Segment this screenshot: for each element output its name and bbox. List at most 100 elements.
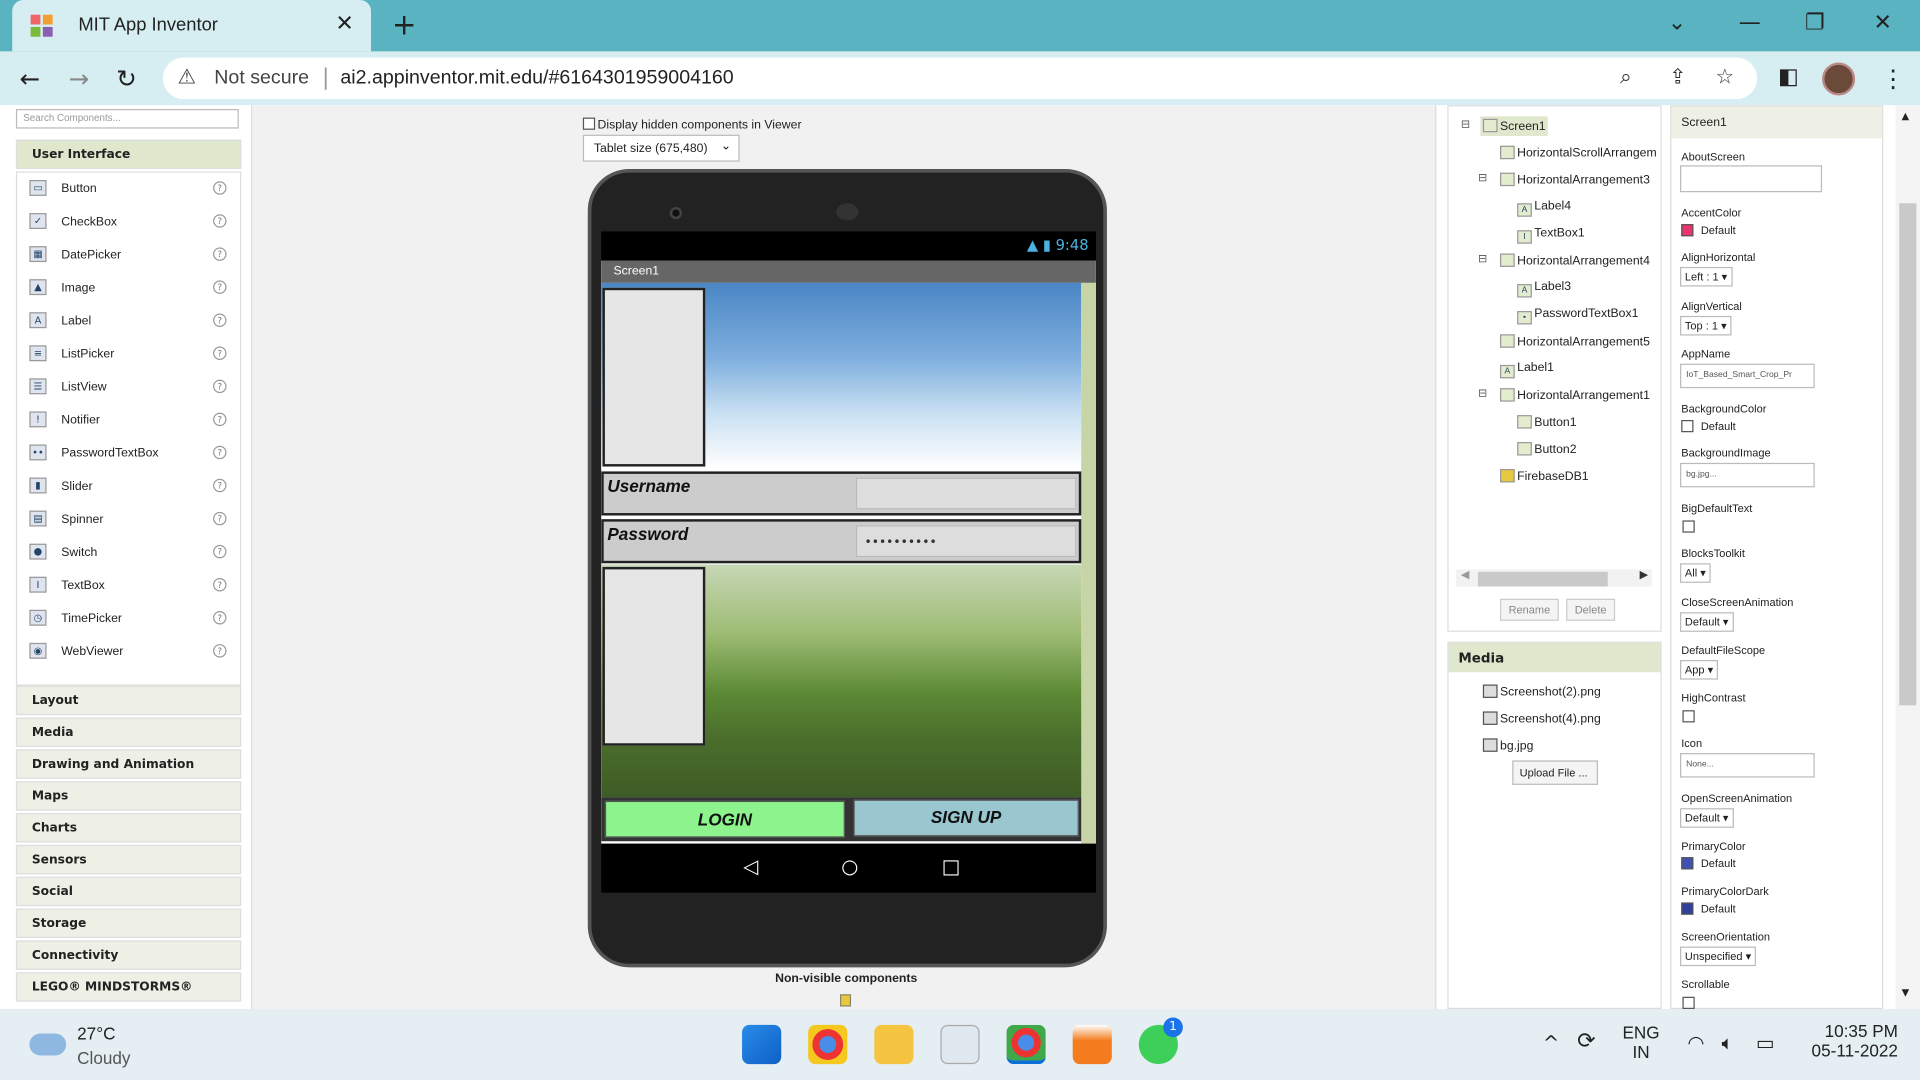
rename-button[interactable]: Rename — [1500, 598, 1559, 621]
close-tab-icon[interactable]: ✕ — [335, 11, 353, 37]
tree-node-button2[interactable]: Button2 — [1517, 442, 1577, 457]
collapse-icon[interactable]: ⊟ — [1461, 119, 1470, 131]
language-indicator[interactable]: ENG IN — [1622, 1022, 1659, 1061]
zoom-icon[interactable]: ⌕ — [1620, 65, 1632, 89]
battery-icon[interactable]: ▭ — [1756, 1031, 1775, 1054]
media-item[interactable]: Screenshot(4).png — [1482, 711, 1601, 726]
category-connectivity[interactable]: Connectivity — [15, 940, 242, 970]
category-lego-mindstorms[interactable]: LEGO® MINDSTORMS® — [15, 972, 242, 1002]
primary-color-value[interactable]: Default — [1681, 857, 1736, 870]
help-icon[interactable]: ? — [213, 511, 227, 526]
window-close-icon[interactable]: ✕ — [1873, 10, 1891, 36]
tree-node-textbox1[interactable]: I TextBox1 — [1517, 227, 1585, 244]
side-panel-icon[interactable]: ◧ — [1778, 64, 1799, 90]
media-item[interactable]: Screenshot(2).png — [1482, 684, 1601, 699]
tree-node-harr1[interactable]: HorizontalArrangement1 — [1500, 388, 1650, 403]
tree-node-label1[interactable]: A Label1 — [1500, 361, 1554, 379]
address-bar[interactable]: ⚠ Not secure | ai2.appinventor.mit.edu/#… — [162, 57, 1758, 100]
tree-node-label4[interactable]: A Label4 — [1517, 200, 1571, 217]
search-components-input[interactable]: Search Components... — [15, 108, 239, 129]
chrome-active-icon[interactable] — [1006, 1024, 1046, 1065]
tree-node-password[interactable]: • PasswordTextBox1 — [1517, 307, 1638, 325]
file-scope-select[interactable]: App ▾ — [1680, 660, 1719, 680]
help-icon[interactable]: ? — [213, 181, 227, 195]
help-icon[interactable]: ? — [213, 313, 227, 327]
orientation-select[interactable]: Unspecified ▾ — [1680, 946, 1757, 967]
category-user-interface[interactable]: User Interface — [15, 139, 242, 169]
vlc-icon[interactable] — [1072, 1024, 1112, 1065]
login-button[interactable]: LOGIN — [604, 800, 845, 838]
palette-item-datepicker[interactable]: ▦ DatePicker? — [17, 240, 240, 272]
menu-icon[interactable]: ⋮ — [1881, 64, 1905, 93]
collapse-icon[interactable]: ⊟ — [1478, 388, 1487, 400]
chevron-up-icon[interactable]: ^ — [1543, 1031, 1559, 1054]
sky-image-arrangement[interactable] — [601, 282, 1082, 469]
palette-item-listview[interactable]: ☰ ListView? — [17, 372, 240, 404]
reload-icon[interactable]: ↻ — [116, 64, 137, 93]
app-screen[interactable]: Screen1 Username Password •••••••••• LOG… — [601, 260, 1096, 844]
scroll-down-icon[interactable]: ▼ — [1902, 987, 1910, 998]
checkbox[interactable] — [582, 117, 596, 130]
category-media[interactable]: Media — [15, 717, 242, 747]
category-charts[interactable]: Charts — [15, 813, 242, 843]
help-icon[interactable]: ? — [213, 214, 227, 228]
help-icon[interactable]: ? — [213, 247, 227, 261]
media-item[interactable]: bg.jpg — [1482, 738, 1533, 753]
tree-node-label3[interactable]: A Label3 — [1517, 280, 1571, 298]
tree-node-firebasedb1[interactable]: FirebaseDB1 — [1500, 468, 1589, 484]
scroll-up-icon[interactable]: ▲ — [1902, 110, 1910, 121]
help-icon[interactable]: ? — [213, 379, 227, 394]
category-storage[interactable]: Storage — [15, 908, 242, 938]
palette-item-webviewer[interactable]: ◉ WebViewer? — [17, 637, 240, 669]
username-row[interactable]: Username — [601, 471, 1082, 516]
align-vertical-select[interactable]: Top : 1 ▾ — [1680, 315, 1732, 336]
help-icon[interactable]: ? — [213, 577, 227, 592]
help-icon[interactable]: ? — [213, 611, 227, 625]
tree-horizontal-scrollbar[interactable]: ◀ ▶ — [1455, 569, 1652, 587]
scrollable-checkbox[interactable] — [1682, 996, 1695, 1009]
weather-widget[interactable]: 27°C Cloudy — [24, 1021, 171, 1070]
category-layout[interactable]: Layout — [15, 685, 242, 716]
profile-avatar[interactable] — [1822, 62, 1856, 96]
collapse-icon[interactable]: ⊟ — [1478, 173, 1487, 185]
browser-tab[interactable]: MIT App Inventor ✕ — [12, 0, 372, 52]
file-explorer-icon[interactable] — [874, 1024, 914, 1065]
collapse-icon[interactable]: ⊟ — [1478, 253, 1487, 265]
back-icon[interactable]: ← — [20, 64, 41, 93]
about-screen-textarea[interactable] — [1680, 165, 1823, 193]
screen-size-select[interactable]: Tablet size (675,480) ⌄ — [582, 134, 740, 162]
minimize-icon[interactable]: — — [1739, 10, 1761, 36]
scroll-left-icon[interactable]: ◀ — [1461, 569, 1469, 581]
category-drawing-animation[interactable]: Drawing and Animation — [15, 749, 242, 779]
scrollbar-thumb[interactable] — [1899, 203, 1917, 706]
tree-node-button1[interactable]: Button1 — [1517, 415, 1577, 430]
palette-item-image[interactable]: ▲ Image? — [17, 273, 240, 305]
close-animation-select[interactable]: Default ▾ — [1680, 612, 1734, 632]
blocks-toolkit-select[interactable]: All ▾ — [1680, 563, 1711, 583]
tree-node-screen1[interactable]: Screen1 — [1480, 116, 1549, 136]
help-icon[interactable]: ? — [213, 544, 227, 559]
highcontrast-checkbox[interactable] — [1682, 710, 1695, 723]
palette-item-notifier[interactable]: ! Notifier? — [17, 405, 240, 437]
scroll-right-icon[interactable]: ▶ — [1640, 569, 1648, 581]
tab-search-icon[interactable]: ⌄ — [1668, 10, 1686, 36]
help-icon[interactable]: ? — [213, 644, 227, 658]
align-horizontal-select[interactable]: Left : 1 ▾ — [1680, 266, 1733, 287]
chrome-icon[interactable] — [808, 1024, 848, 1065]
primary-dark-value[interactable]: Default — [1681, 902, 1736, 915]
tree-node-hscroll[interactable]: HorizontalScrollArrangem — [1500, 145, 1657, 160]
palette-item-button[interactable]: ▭ Button? — [17, 174, 240, 206]
help-icon[interactable]: ? — [213, 346, 227, 361]
bookmark-star-icon[interactable]: ☆ — [1716, 65, 1735, 89]
icon-input[interactable]: None... — [1680, 753, 1815, 778]
username-textbox[interactable] — [855, 477, 1077, 510]
password-row[interactable]: Password •••••••••• — [601, 519, 1082, 564]
palette-item-spinner[interactable]: ▤ Spinner? — [17, 504, 240, 536]
tree-node-harr4[interactable]: HorizontalArrangement4 — [1500, 253, 1650, 268]
bigtext-checkbox[interactable] — [1682, 520, 1695, 533]
python-file-icon[interactable] — [940, 1024, 980, 1065]
palette-item-timepicker[interactable]: ◷ TimePicker? — [17, 604, 240, 636]
new-tab-button[interactable]: + — [392, 7, 417, 41]
clock[interactable]: 10:35 PM 05-11-2022 — [1800, 1021, 1898, 1060]
bgimage-input[interactable]: bg.jpg... — [1680, 462, 1815, 488]
